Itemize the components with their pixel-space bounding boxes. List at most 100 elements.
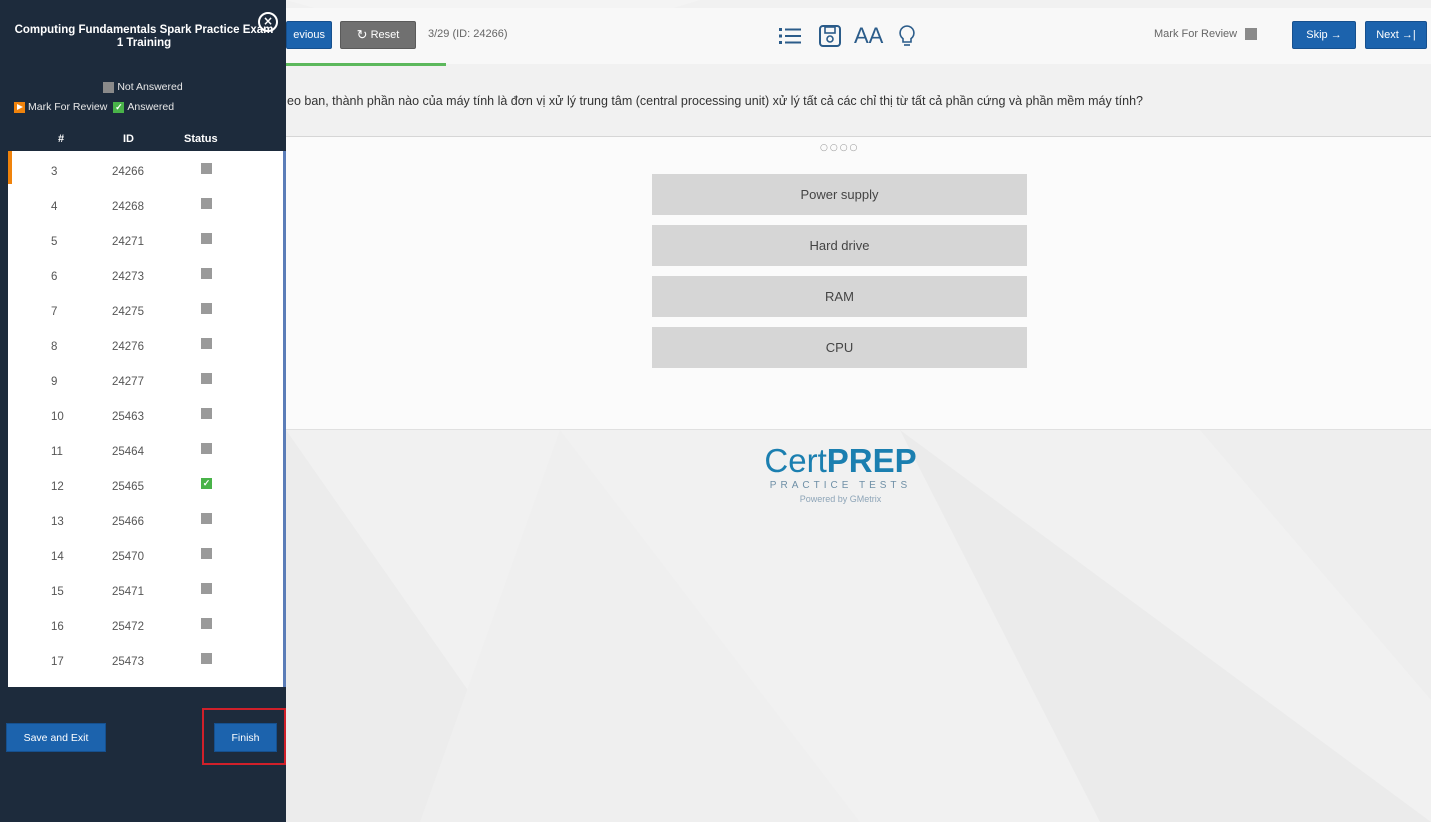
row-number: 13 — [51, 516, 64, 528]
row-number: 14 — [51, 551, 64, 563]
exam-title: Computing Fundamentals Spark Practice Ex… — [14, 24, 274, 49]
not-answered-icon — [201, 548, 212, 559]
legend-row: Mark For Review ✓ Answered — [14, 101, 274, 113]
row-number: 15 — [51, 586, 64, 598]
table-row[interactable]: 8 24276 — [8, 326, 283, 359]
table-row[interactable]: 9 24277 — [8, 361, 283, 394]
answer-option[interactable]: Hard drive — [652, 225, 1027, 266]
mark-for-review-toggle[interactable]: Mark For Review — [1154, 28, 1258, 40]
row-id: 24276 — [112, 341, 144, 353]
row-id: 25470 — [112, 551, 144, 563]
not-answered-icon — [201, 163, 212, 174]
not-answered-icon — [201, 198, 212, 209]
legend-answered-label: Answered — [127, 101, 175, 113]
row-number: 11 — [51, 446, 63, 458]
table-row[interactable]: 4 24268 — [8, 186, 283, 219]
answer-option[interactable]: Power supply — [652, 174, 1027, 215]
column-header-number: # — [58, 133, 65, 145]
table-header: # ID Status — [0, 131, 286, 151]
previous-button[interactable]: evious — [286, 21, 332, 49]
save-icon[interactable] — [816, 22, 844, 50]
row-number: 3 — [51, 166, 58, 178]
table-row[interactable]: 6 24273 — [8, 256, 283, 289]
row-id: 25465 — [112, 481, 144, 493]
answer-option[interactable]: CPU — [652, 327, 1027, 368]
scrollbar[interactable] — [283, 151, 286, 687]
list-icon[interactable] — [776, 22, 804, 50]
table-row[interactable]: 14 25470 — [8, 536, 283, 569]
table-row[interactable]: 13 25466 — [8, 501, 283, 534]
not-answered-icon — [201, 653, 212, 664]
hint-icon[interactable] — [893, 22, 921, 50]
logo-title: CertPREP — [758, 442, 923, 480]
logo-powered-by: Powered by GMetrix — [799, 494, 882, 504]
top-toolbar: evious ↻ Reset 3/29 (ID: 24266) AA Mark … — [286, 8, 1431, 66]
table-row[interactable]: 5 24271 — [8, 221, 283, 254]
not-answered-icon — [201, 618, 212, 629]
table-row[interactable]: 7 24275 — [8, 291, 283, 324]
logo-title-light: Cert — [764, 442, 827, 479]
legend-not-answered-label: Not Answered — [117, 81, 183, 93]
not-answered-icon — [201, 233, 212, 244]
row-id: 24268 — [112, 201, 144, 213]
mark-for-review-label: Mark For Review — [1154, 28, 1238, 40]
answered-check-icon: ✓ — [113, 101, 125, 113]
font-size-icon[interactable]: AA — [854, 22, 883, 50]
row-number: 16 — [51, 621, 64, 633]
not-answered-icon — [201, 373, 212, 384]
progress-bar — [286, 63, 446, 66]
question-navigator-sidebar: × Computing Fundamentals Spark Practice … — [0, 0, 286, 822]
row-number: 5 — [51, 236, 58, 248]
answered-check-icon: ✓ — [201, 478, 212, 489]
row-id: 25463 — [112, 411, 144, 423]
table-row[interactable]: 16 25472 — [8, 606, 283, 639]
divider — [286, 429, 1431, 430]
next-button[interactable]: Next →| — [1365, 21, 1427, 49]
previous-button-label: evious — [293, 29, 325, 41]
row-number: 4 — [51, 201, 58, 213]
table-row[interactable]: 10 25463 — [8, 396, 283, 429]
row-id: 25464 — [112, 446, 144, 458]
not-answered-icon — [201, 513, 212, 524]
not-answered-icon — [103, 81, 115, 93]
reset-button-label: Reset — [370, 29, 400, 41]
reset-icon: ↻ — [356, 27, 368, 42]
legend-mark-review-label: Mark For Review — [28, 101, 108, 113]
skip-button[interactable]: Skip → — [1292, 21, 1356, 49]
row-number: 9 — [51, 376, 58, 388]
question-counter: 3/29 (ID: 24266) — [428, 28, 508, 40]
certprep-logo: CertPREP PRACTICE TESTS Powered by GMetr… — [758, 442, 923, 504]
row-number: 17 — [51, 656, 64, 668]
row-id: 24275 — [112, 306, 144, 318]
not-answered-icon — [201, 303, 212, 314]
save-and-exit-button[interactable]: Save and Exit — [6, 723, 106, 752]
finish-button[interactable]: Finish — [214, 723, 277, 752]
table-row[interactable]: 15 25471 — [8, 571, 283, 604]
table-row[interactable]: 3 24266 — [8, 151, 283, 184]
table-row[interactable]: 12 25465 ✓ — [8, 466, 283, 499]
not-answered-icon — [201, 338, 212, 349]
row-number: 8 — [51, 341, 58, 353]
column-header-id: ID — [123, 133, 134, 145]
answer-option[interactable]: RAM — [652, 276, 1027, 317]
row-number: 12 — [51, 481, 64, 493]
row-number: 7 — [51, 306, 58, 318]
not-answered-icon — [201, 443, 212, 454]
row-number: 10 — [51, 411, 64, 423]
mark-for-review-icon — [14, 101, 25, 113]
row-id: 25466 — [112, 516, 144, 528]
table-row[interactable]: 11 25464 — [8, 431, 283, 464]
row-id: 25471 — [112, 586, 144, 598]
reset-button[interactable]: ↻ Reset — [340, 21, 416, 49]
row-id: 25472 — [112, 621, 144, 633]
question-list: 3 24266 4 24268 5 24271 6 24273 7 24275 … — [8, 151, 283, 687]
legend-not-answered: Not Answered — [0, 81, 286, 93]
mark-for-review-checkbox[interactable] — [1245, 28, 1258, 40]
row-id: 25473 — [112, 656, 144, 668]
row-id: 24271 — [112, 236, 144, 248]
skip-button-label: Skip → — [1306, 29, 1342, 41]
answer-dots: ○○○○ — [820, 143, 860, 153]
question-text: eo ban, thành phần nào của máy tính là đ… — [287, 94, 1143, 108]
logo-subtitle: PRACTICE TESTS — [769, 480, 912, 491]
table-row[interactable]: 17 25473 — [8, 641, 283, 674]
